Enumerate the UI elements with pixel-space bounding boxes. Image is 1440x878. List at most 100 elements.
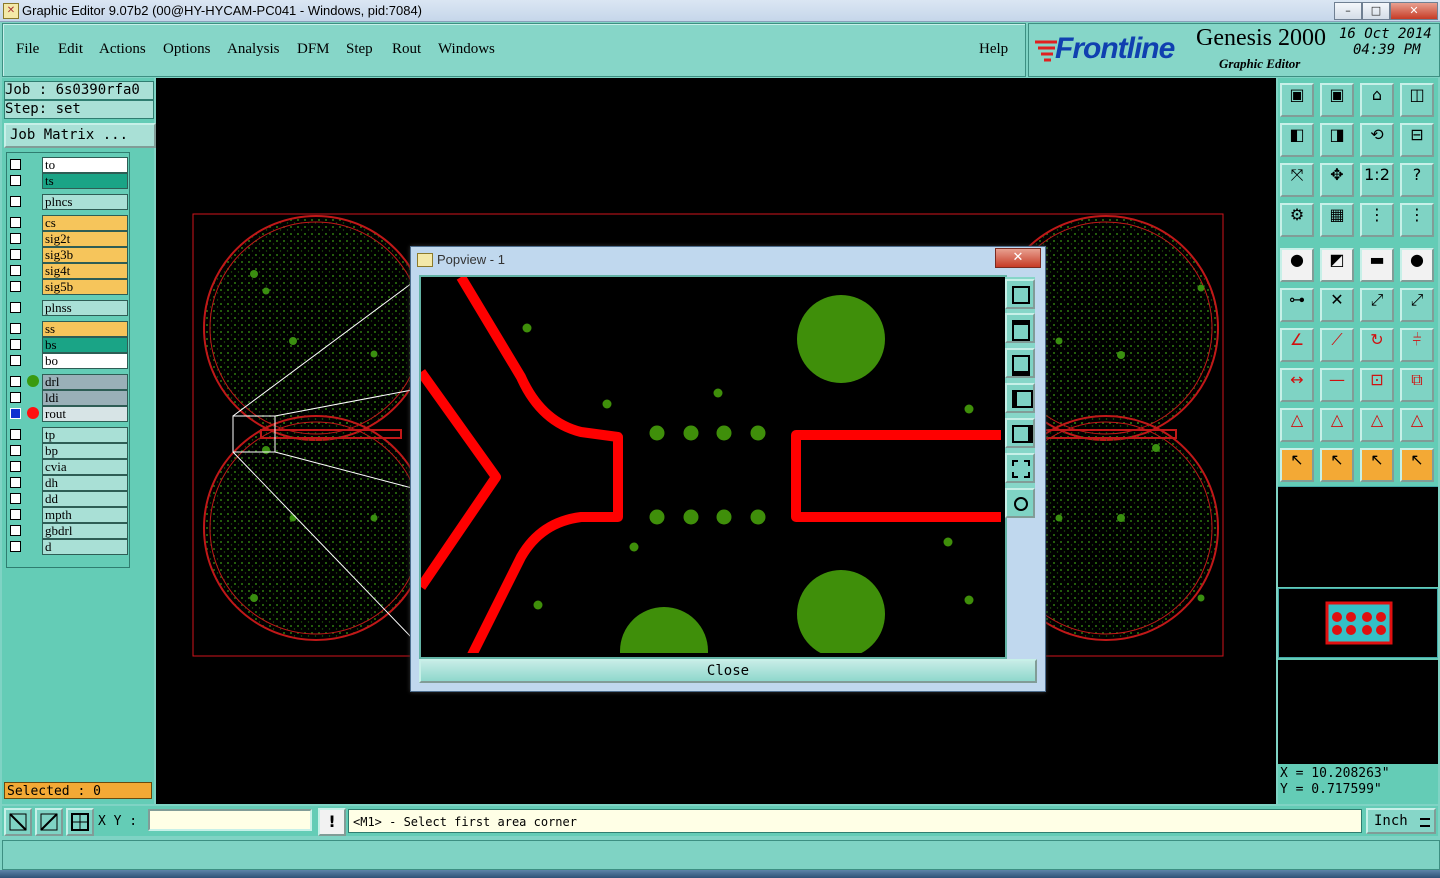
- layer-checkbox[interactable]: [10, 233, 21, 244]
- job-matrix-button[interactable]: Job Matrix ...: [4, 123, 156, 148]
- layer-checkbox[interactable]: [10, 525, 21, 536]
- tool-grid-button[interactable]: ▦: [1320, 203, 1354, 237]
- tool-snap-1-button[interactable]: ⋮: [1360, 203, 1394, 237]
- layer-checkbox[interactable]: [10, 339, 21, 350]
- menu-actions[interactable]: Actions: [99, 41, 146, 58]
- tool-copy-button[interactable]: ⧉: [1400, 368, 1434, 402]
- tool-home-button[interactable]: ⌂: [1360, 83, 1394, 117]
- layer-checkbox[interactable]: [10, 355, 21, 366]
- zoom-diag-button[interactable]: [4, 808, 32, 836]
- tool-net-button[interactable]: ⊶: [1280, 288, 1314, 322]
- tool-line-select-button[interactable]: ⤢: [1360, 288, 1394, 322]
- layer-row-rout[interactable]: rout: [8, 406, 128, 422]
- tool-pointer-circle-button[interactable]: ↖: [1360, 448, 1394, 482]
- layer-row-sig4t[interactable]: sig4t: [8, 263, 128, 279]
- layer-checkbox[interactable]: [10, 217, 21, 228]
- popview-zoom-window-button[interactable]: [1005, 279, 1035, 309]
- tool-tri-4-button[interactable]: △: [1400, 408, 1434, 442]
- layer-checkbox[interactable]: [10, 265, 21, 276]
- layer-row-mpth[interactable]: mpth: [8, 507, 128, 523]
- tool-pan-down-button[interactable]: ▣: [1320, 83, 1354, 117]
- unit-selector[interactable]: Inch: [1366, 808, 1436, 834]
- layer-row-ldi[interactable]: ldi: [8, 390, 128, 406]
- layer-row-bs[interactable]: bs: [8, 337, 128, 353]
- popview-close-x-button[interactable]: ✕: [995, 248, 1041, 268]
- tool-frame-button[interactable]: ⊡: [1360, 368, 1394, 402]
- popview-pan-right-button[interactable]: [1005, 418, 1035, 448]
- layer-row-cs[interactable]: cs: [8, 215, 128, 231]
- layer-checkbox[interactable]: [10, 429, 21, 440]
- tool-zoom-redraw-button[interactable]: ⊟: [1400, 123, 1434, 157]
- layer-checkbox[interactable]: [10, 196, 21, 207]
- close-window-button[interactable]: ✕: [1390, 2, 1438, 20]
- layer-row-gbdrl[interactable]: gbdrl: [8, 523, 128, 539]
- tool-dot-button[interactable]: ●: [1400, 248, 1434, 282]
- layer-checkbox[interactable]: [10, 175, 21, 186]
- popview-close-button[interactable]: Close: [419, 659, 1037, 683]
- layer-row-dd[interactable]: dd: [8, 491, 128, 507]
- message-alert-button[interactable]: !: [318, 808, 346, 836]
- layer-row-plnss[interactable]: plnss: [8, 300, 128, 316]
- layer-checkbox[interactable]: [10, 461, 21, 472]
- layer-checkbox[interactable]: [10, 392, 21, 403]
- grid-toggle-button[interactable]: [66, 808, 94, 836]
- layer-row-bp[interactable]: bp: [8, 443, 128, 459]
- layer-row-tp[interactable]: tp: [8, 427, 128, 443]
- layer-checkbox[interactable]: [10, 281, 21, 292]
- tool-feature-fill-button[interactable]: ⫩: [1400, 328, 1434, 362]
- layer-checkbox[interactable]: [10, 493, 21, 504]
- tool-ruler-button[interactable]: ▬: [1360, 248, 1394, 282]
- layer-checkbox[interactable]: [10, 509, 21, 520]
- menu-edit[interactable]: Edit: [58, 41, 83, 58]
- layer-row-drl[interactable]: drl: [8, 374, 128, 390]
- layer-checkbox[interactable]: [10, 302, 21, 313]
- layer-row-to[interactable]: to: [8, 157, 128, 173]
- layer-row-ts[interactable]: ts: [8, 173, 128, 189]
- layer-row-ss[interactable]: ss: [8, 321, 128, 337]
- menu-options[interactable]: Options: [163, 41, 211, 58]
- tool-split-view-button[interactable]: ◫: [1400, 83, 1434, 117]
- layer-row-sig5b[interactable]: sig5b: [8, 279, 128, 295]
- layer-row-sig2t[interactable]: sig2t: [8, 231, 128, 247]
- tool-tri-1-button[interactable]: △: [1280, 408, 1314, 442]
- popview-pan-up-button[interactable]: [1005, 313, 1035, 343]
- tool-pointer-box-button[interactable]: ↖: [1320, 448, 1354, 482]
- menu-help[interactable]: Help: [979, 41, 1008, 58]
- menu-windows[interactable]: Windows: [438, 41, 495, 58]
- tool-zoom-fit-button[interactable]: ⤧: [1280, 163, 1314, 197]
- tool-pan-right-button[interactable]: ◨: [1320, 123, 1354, 157]
- layer-checkbox[interactable]: [10, 249, 21, 260]
- layer-checkbox[interactable]: [10, 159, 21, 170]
- tool-pan-up-button[interactable]: ▣: [1280, 83, 1314, 117]
- maximize-button[interactable]: □: [1362, 2, 1390, 20]
- overview-map[interactable]: [1278, 588, 1438, 658]
- layer-row-sig3b[interactable]: sig3b: [8, 247, 128, 263]
- popview-canvas[interactable]: [416, 274, 1007, 695]
- popview-zoom-fit-button[interactable]: [1005, 453, 1035, 483]
- measure-tool-button[interactable]: [35, 808, 63, 836]
- menu-analysis[interactable]: Analysis: [227, 41, 280, 58]
- popview-zoom-center-button[interactable]: [1005, 488, 1035, 518]
- tool-pointer-net-button[interactable]: ↖: [1400, 448, 1434, 482]
- tool-tri-3-button[interactable]: △: [1360, 408, 1394, 442]
- layer-checkbox[interactable]: [10, 408, 21, 419]
- menu-dfm[interactable]: DFM: [297, 41, 330, 58]
- xy-input[interactable]: [148, 809, 312, 831]
- tool-pan-left-button[interactable]: ◧: [1280, 123, 1314, 157]
- tool-angle-button[interactable]: ∠: [1280, 328, 1314, 362]
- tool-ratio-1-2-button[interactable]: 1:2: [1360, 163, 1394, 197]
- tool-cross-button[interactable]: ✕: [1320, 288, 1354, 322]
- menu-step[interactable]: Step: [346, 41, 373, 58]
- popview-pan-left-button[interactable]: [1005, 383, 1035, 413]
- tool-pad-select-button[interactable]: ●: [1280, 248, 1314, 282]
- tool-zoom-center-button[interactable]: ✥: [1320, 163, 1354, 197]
- tool-color-select-button[interactable]: ◩: [1320, 248, 1354, 282]
- layer-row-bo[interactable]: bo: [8, 353, 128, 369]
- minimize-button[interactable]: –: [1334, 2, 1362, 20]
- tool-pointer-button[interactable]: ↖: [1280, 448, 1314, 482]
- tool-line-select-2-button[interactable]: ⤢: [1400, 288, 1434, 322]
- layer-checkbox[interactable]: [10, 323, 21, 334]
- tool-snap-2-button[interactable]: ⋮: [1400, 203, 1434, 237]
- tool-move-button[interactable]: ↔: [1280, 368, 1314, 402]
- layer-row-dh[interactable]: dh: [8, 475, 128, 491]
